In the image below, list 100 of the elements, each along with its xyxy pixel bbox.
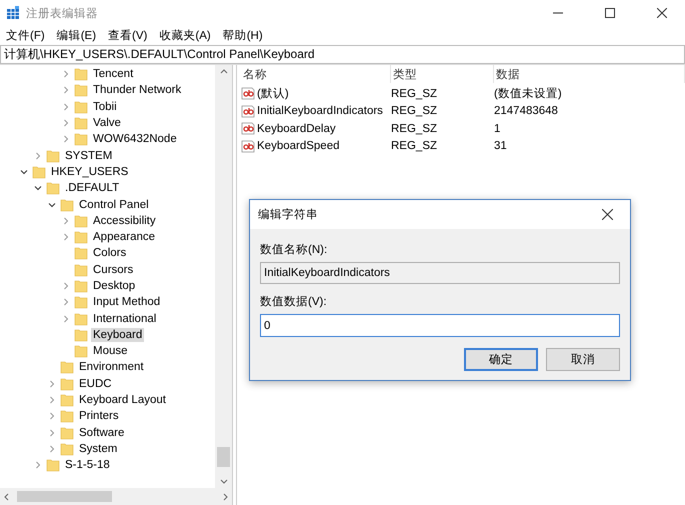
folder-icon bbox=[46, 458, 60, 472]
column-header[interactable]: 数据 bbox=[494, 65, 685, 83]
table-cell: KeyboardDelay bbox=[257, 122, 336, 135]
tree-item[interactable]: EUDC bbox=[77, 376, 114, 391]
folder-icon bbox=[32, 164, 46, 179]
expand-chevron-icon[interactable] bbox=[48, 428, 56, 437]
tree-item[interactable]: Input Method bbox=[91, 295, 162, 310]
string-value-icon bbox=[241, 104, 255, 118]
tree-item[interactable]: Appearance bbox=[91, 230, 158, 244]
tree-item[interactable]: S-1-5-18 bbox=[63, 458, 112, 472]
menu-item[interactable]: 文件(F) bbox=[6, 28, 45, 42]
folder-icon bbox=[60, 426, 74, 440]
expand-chevron-icon[interactable] bbox=[62, 86, 70, 94]
menu-item[interactable]: 收藏夹(A) bbox=[159, 28, 211, 42]
table-cell: KeyboardSpeed bbox=[257, 140, 340, 152]
expand-chevron-icon[interactable] bbox=[62, 70, 70, 78]
folder-icon bbox=[60, 393, 74, 408]
tree-item[interactable]: Mouse bbox=[91, 344, 130, 358]
app-icon bbox=[6, 6, 20, 20]
menu-item[interactable]: 编辑(E) bbox=[56, 28, 96, 42]
tree-item[interactable]: .DEFAULT bbox=[63, 181, 122, 196]
close-icon bbox=[657, 8, 667, 18]
menu-item[interactable]: 查看(V) bbox=[108, 28, 148, 42]
tree-item[interactable]: Printers bbox=[77, 409, 121, 424]
expand-chevron-icon[interactable] bbox=[48, 412, 56, 420]
expand-chevron-icon[interactable] bbox=[62, 216, 70, 225]
folder-icon bbox=[74, 262, 88, 277]
folder-icon bbox=[74, 67, 88, 82]
table-cell: REG_SZ bbox=[391, 105, 438, 118]
expand-chevron-icon[interactable] bbox=[62, 102, 70, 111]
tree-item[interactable]: Environment bbox=[77, 360, 146, 374]
tree-item[interactable]: Tobii bbox=[91, 100, 119, 114]
address-field[interactable]: 计算机\HKEY_USERS\.DEFAULT\Control Panel\Keyboard bbox=[0, 45, 685, 64]
tree-item[interactable]: Control Panel bbox=[77, 198, 151, 212]
table-cell: InitialKeyboardIndicators bbox=[257, 105, 383, 118]
close-icon bbox=[602, 209, 612, 220]
folder-icon bbox=[74, 132, 88, 146]
menu-item[interactable]: 帮助(H) bbox=[222, 28, 263, 42]
folder-icon bbox=[60, 409, 74, 424]
folder-icon bbox=[74, 344, 88, 358]
table-cell: REG_SZ bbox=[391, 122, 438, 135]
tree-item[interactable]: Tencent bbox=[91, 67, 136, 82]
column-header[interactable]: 名称 bbox=[241, 65, 391, 83]
expand-chevron-icon[interactable] bbox=[62, 233, 70, 242]
column-header[interactable]: 类型 bbox=[391, 65, 494, 83]
value-data-field[interactable]: 0 bbox=[260, 314, 620, 337]
expand-chevron-icon[interactable] bbox=[62, 282, 70, 290]
folder-icon bbox=[60, 360, 74, 374]
tree-item[interactable]: Valve bbox=[91, 116, 123, 130]
tree-item[interactable]: Cursors bbox=[91, 262, 136, 277]
tree-item[interactable]: Desktop bbox=[91, 279, 138, 293]
string-value-icon bbox=[241, 122, 255, 136]
tree-item[interactable]: Colors bbox=[91, 246, 128, 260]
ok-button[interactable]: 确定 bbox=[464, 348, 538, 371]
folder-icon bbox=[60, 198, 74, 212]
value-name-field[interactable]: InitialKeyboardIndicators bbox=[260, 262, 620, 284]
folder-icon bbox=[46, 181, 60, 196]
collapse-chevron-icon[interactable] bbox=[20, 168, 28, 176]
table-cell-text: (默认) bbox=[257, 86, 289, 102]
expand-chevron-icon[interactable] bbox=[48, 380, 56, 388]
expand-chevron-icon[interactable] bbox=[34, 461, 42, 470]
horizontal-scrollbar[interactable] bbox=[0, 488, 232, 505]
folder-icon bbox=[74, 100, 88, 114]
dialog-title: 编辑字符串 bbox=[258, 207, 318, 222]
tree-item[interactable]: SYSTEM bbox=[63, 148, 114, 163]
folder-icon bbox=[46, 148, 60, 163]
folder-icon bbox=[74, 116, 88, 130]
table-cell: REG_SZ bbox=[391, 140, 438, 152]
table-cell-text: (数值未设置) bbox=[494, 86, 562, 102]
tree-item[interactable]: Keyboard Layout bbox=[77, 393, 168, 408]
scrollbar-thumb[interactable] bbox=[17, 491, 112, 502]
expand-chevron-icon[interactable] bbox=[48, 444, 56, 453]
tree-item[interactable]: Thunder Network bbox=[91, 83, 184, 98]
folder-icon bbox=[74, 230, 88, 244]
scrollbar-thumb[interactable] bbox=[217, 447, 230, 467]
expand-chevron-icon[interactable] bbox=[62, 119, 70, 128]
tree-item[interactable]: International bbox=[91, 312, 158, 326]
tree-item[interactable]: System bbox=[77, 442, 120, 456]
folder-icon bbox=[74, 295, 88, 310]
expand-chevron-icon[interactable] bbox=[48, 396, 56, 404]
cancel-button[interactable]: 取消 bbox=[546, 348, 620, 371]
tree-item[interactable]: Software bbox=[77, 426, 126, 440]
vertical-scrollbar[interactable] bbox=[215, 65, 232, 488]
expand-chevron-icon[interactable] bbox=[62, 135, 70, 144]
tree-item[interactable]: HKEY_USERS bbox=[49, 164, 130, 179]
expand-chevron-icon[interactable] bbox=[62, 298, 70, 306]
collapse-chevron-icon[interactable] bbox=[34, 184, 42, 192]
folder-icon bbox=[74, 279, 88, 293]
tree-item[interactable]: Keyboard bbox=[91, 328, 144, 342]
field-label: 数值名称(N): bbox=[260, 242, 328, 258]
folder-icon bbox=[74, 214, 88, 228]
tree-item[interactable]: Accessibility bbox=[91, 214, 158, 228]
field-label: 数值数据(V): bbox=[260, 294, 328, 310]
expand-chevron-icon[interactable] bbox=[62, 314, 70, 323]
expand-chevron-icon[interactable] bbox=[34, 152, 42, 160]
folder-icon bbox=[74, 83, 88, 98]
tree-item[interactable]: WOW6432Node bbox=[91, 132, 179, 146]
folder-icon bbox=[60, 442, 74, 456]
window-title: 注册表编辑器 bbox=[26, 6, 99, 20]
collapse-chevron-icon[interactable] bbox=[48, 200, 56, 209]
